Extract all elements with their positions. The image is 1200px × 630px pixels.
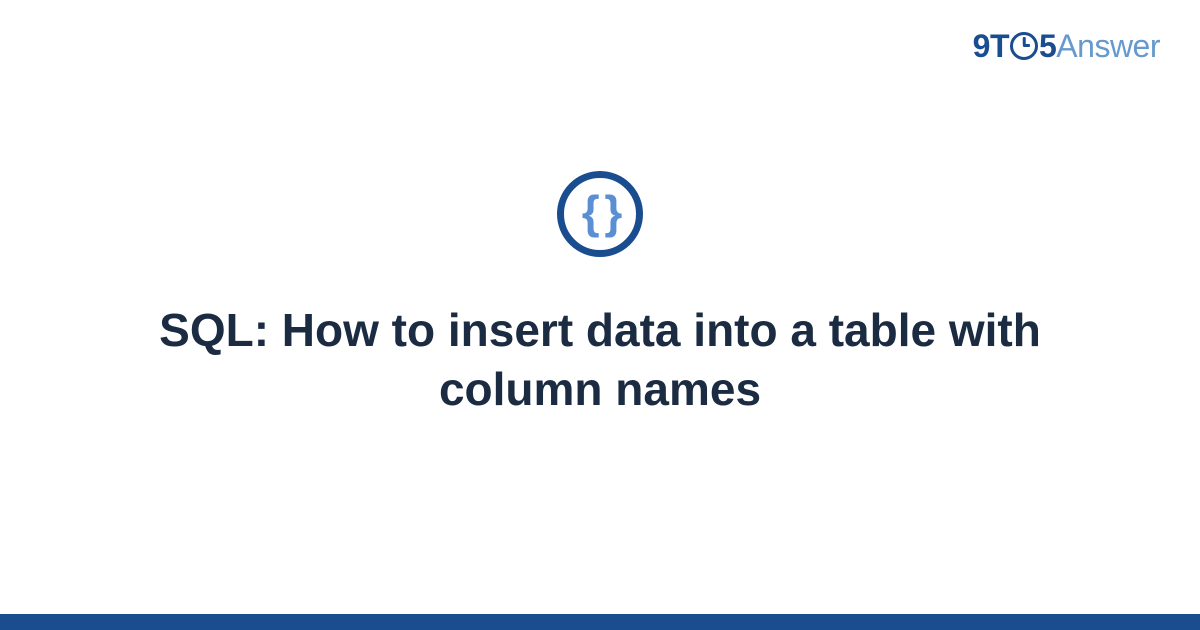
main-content: { } SQL: How to insert data into a table… <box>0 0 1200 630</box>
category-badge: { } <box>557 171 643 257</box>
braces-icon: { } <box>582 189 619 235</box>
page-title: SQL: How to insert data into a table wit… <box>150 301 1050 419</box>
footer-accent-bar <box>0 614 1200 630</box>
